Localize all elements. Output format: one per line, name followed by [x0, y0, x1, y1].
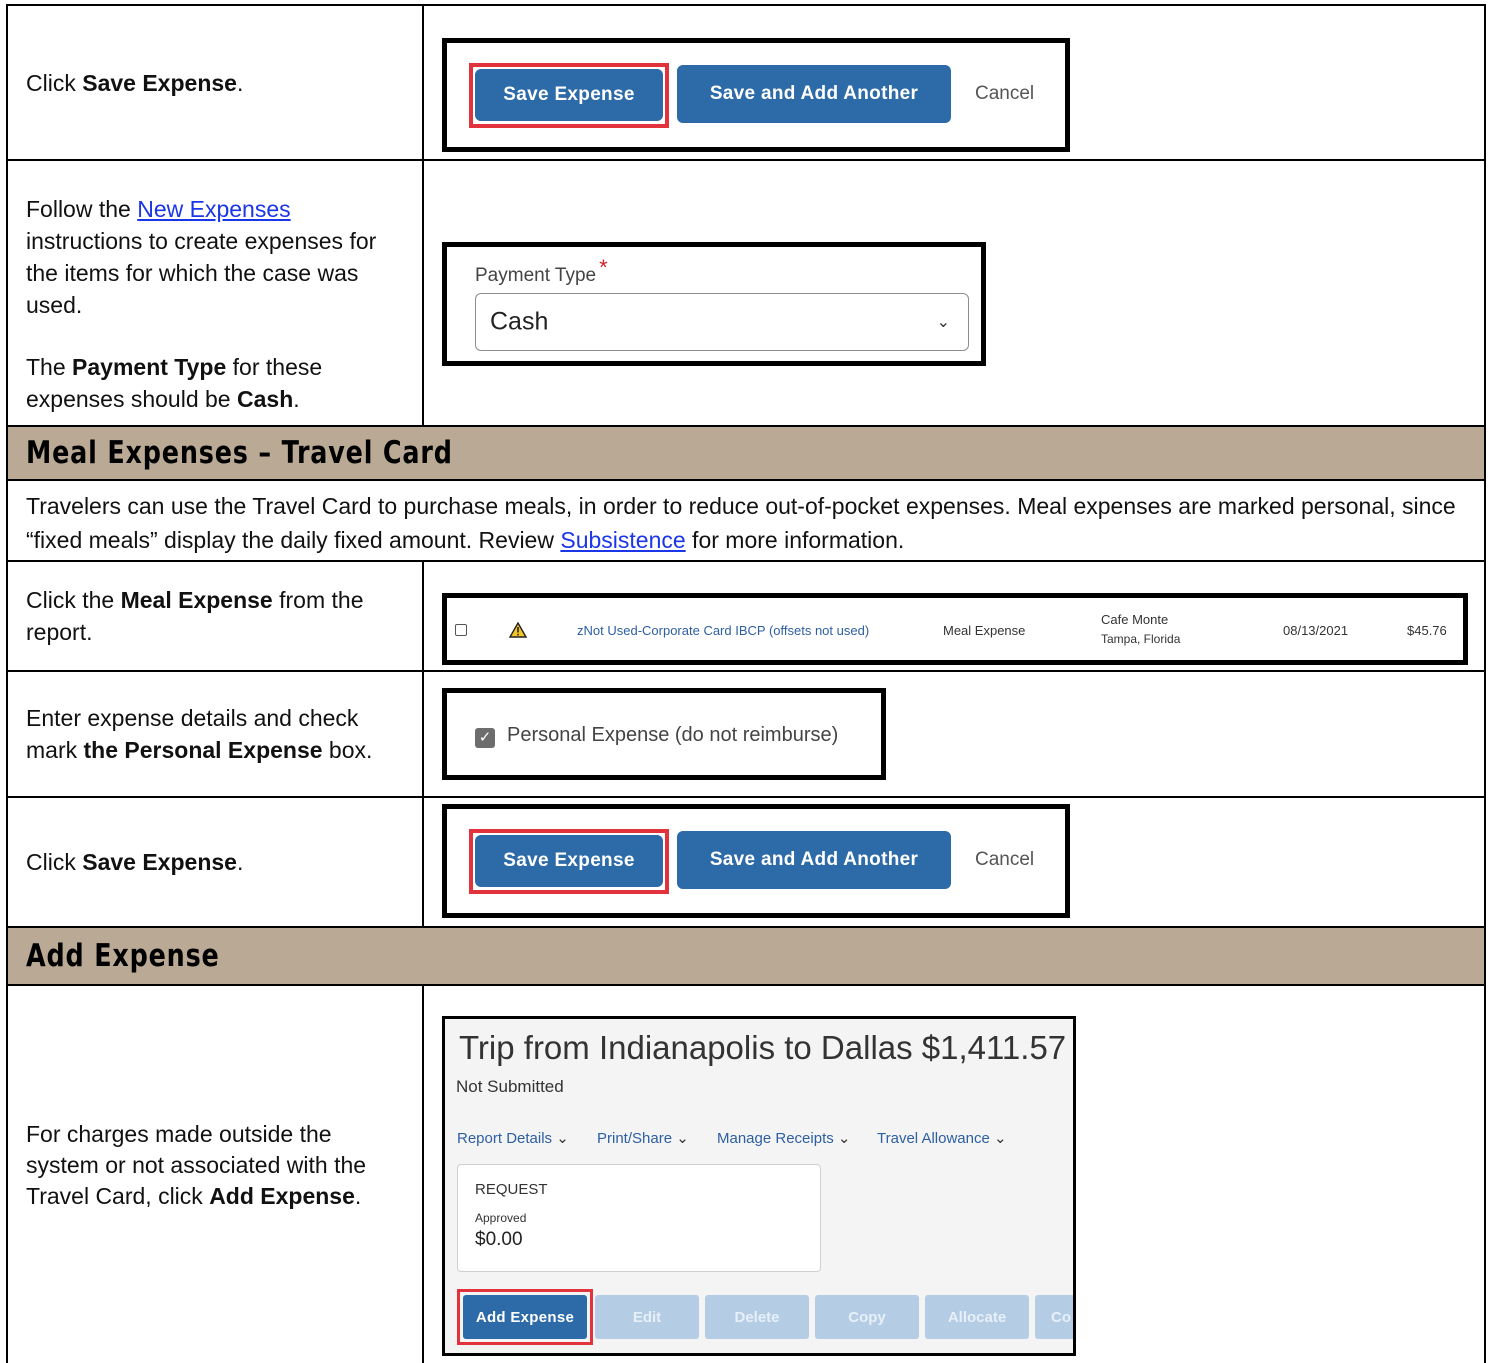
step-screenshot: Save Expense Save and Add Another Cancel [424, 6, 1484, 159]
chevron-down-icon: ⌄ [837, 1130, 851, 1147]
step-row-save-expense: Click Save Expense. Save Expense Save an… [8, 6, 1484, 161]
chevron-down-icon: ⌄ [994, 1130, 1007, 1147]
step-screenshot: Save Expense Save and Add Another Cancel [424, 798, 1484, 926]
step-instruction: Follow the New Expenses instructions to … [8, 161, 424, 425]
vendor-cell: Cafe Monte [1101, 612, 1169, 627]
new-expenses-link[interactable]: New Expenses [137, 196, 290, 222]
chevron-down-icon: ⌄ [936, 314, 950, 331]
amount-cell: $45.76 [1407, 623, 1447, 638]
menu-print-share[interactable]: Print/Share ⌄ [597, 1129, 689, 1147]
menu-report-details[interactable]: Report Details ⌄ [457, 1129, 569, 1147]
date-cell: 08/13/2021 [1283, 623, 1349, 638]
allocate-button[interactable]: Allocate [925, 1295, 1029, 1339]
section-header-add-expense: Add Expense [8, 928, 1484, 986]
step-row-add-expense: For charges made outside the system or n… [8, 986, 1484, 1363]
combine-button-partial[interactable]: Co [1035, 1295, 1073, 1339]
step-row-payment-type: Follow the New Expenses instructions to … [8, 161, 1484, 427]
instruction-text: Click Save Expense. [26, 849, 244, 875]
step-row-meal-expense: Click the Meal Expense from the report. … [8, 562, 1484, 672]
save-and-add-another-button[interactable]: Save and Add Another [677, 831, 951, 889]
section-header-meal-expenses: Meal Expenses – Travel Card [8, 427, 1484, 481]
instruction-text: Click the Meal Expense from the report. [26, 587, 364, 645]
instruction-table: Click Save Expense. Save Expense Save an… [6, 4, 1486, 1363]
chevron-down-icon: ⌄ [676, 1130, 689, 1147]
chevron-down-icon: ⌄ [556, 1130, 569, 1147]
instruction-text: Click Save Expense. [26, 69, 244, 96]
report-status: Not Submitted [456, 1077, 564, 1096]
instruction-note: The Payment Type for these expenses shou… [26, 354, 323, 412]
instruction-text: Follow the New Expenses instructions to … [26, 196, 377, 318]
cancel-button[interactable]: Cancel [975, 849, 1034, 871]
step-instruction: Click Save Expense. [8, 6, 424, 159]
button-bar-screenshot: Save Expense Save and Add Another Cancel [442, 804, 1070, 918]
expense-type-cell: Meal Expense [943, 623, 1026, 638]
intro-text: Travelers can use the Travel Card to pur… [26, 493, 1456, 553]
report-title: Trip from Indianapolis to Dallas $1,411.… [459, 1029, 1067, 1066]
personal-expense-screenshot: ✓ Personal Expense (do not reimburse) [442, 688, 886, 780]
request-card-status: Approved [475, 1211, 527, 1225]
step-row-personal-expense: Enter expense details and check mark the… [8, 672, 1484, 798]
payment-type-value: Cash [490, 307, 549, 336]
location-cell: Tampa, Florida [1101, 632, 1181, 646]
step-instruction: Click Save Expense. [8, 798, 424, 926]
expense-list-row-screenshot[interactable]: zNot Used-Corporate Card IBCP (offsets n… [442, 593, 1468, 665]
menu-travel-allowance[interactable]: Travel Allowance ⌄ [877, 1129, 1007, 1147]
payment-type-label: Payment Type * [475, 255, 608, 286]
section-intro: Travelers can use the Travel Card to pur… [8, 481, 1484, 562]
section-title: Add Expense [26, 938, 220, 974]
required-star: * [599, 255, 608, 280]
report-screenshot: Trip from Indianapolis to Dallas $1,411.… [442, 1016, 1076, 1356]
menu-manage-receipts[interactable]: Manage Receipts ⌄ [717, 1129, 850, 1147]
instruction-text: For charges made outside the system or n… [26, 1121, 367, 1209]
step-screenshot: Payment Type * Cash ⌄ [424, 161, 1484, 425]
edit-button[interactable]: Edit [595, 1295, 699, 1339]
request-card-amount: $0.00 [475, 1229, 523, 1250]
save-expense-button[interactable]: Save Expense [475, 835, 663, 887]
step-instruction: Enter expense details and check mark the… [8, 672, 424, 796]
save-and-add-another-button[interactable]: Save and Add Another [677, 65, 951, 123]
save-expense-button[interactable]: Save Expense [475, 69, 663, 121]
request-card[interactable]: REQUEST Approved $0.00 [457, 1164, 821, 1272]
copy-button[interactable]: Copy [815, 1295, 919, 1339]
request-card-title: REQUEST [475, 1181, 548, 1198]
payment-type-cell[interactable]: zNot Used-Corporate Card IBCP (offsets n… [577, 623, 869, 638]
instruction-text: Enter expense details and check mark the… [26, 705, 373, 763]
button-bar-screenshot: Save Expense Save and Add Another Cancel [442, 38, 1070, 152]
step-instruction: Click the Meal Expense from the report. [8, 562, 424, 670]
personal-expense-label: Personal Expense (do not reimburse) [507, 724, 839, 746]
step-instruction: For charges made outside the system or n… [8, 986, 424, 1363]
row-checkbox[interactable] [455, 624, 467, 636]
step-screenshot: ✓ Personal Expense (do not reimburse) [424, 672, 1484, 796]
step-row-save-expense-2: Click Save Expense. Save Expense Save an… [8, 798, 1484, 928]
step-screenshot: zNot Used-Corporate Card IBCP (offsets n… [424, 562, 1484, 670]
warning-icon [509, 622, 527, 638]
add-expense-button[interactable]: Add Expense [463, 1295, 587, 1339]
payment-type-screenshot: Payment Type * Cash ⌄ [442, 242, 986, 366]
personal-expense-checkbox[interactable]: ✓ [475, 728, 495, 748]
step-screenshot: Trip from Indianapolis to Dallas $1,411.… [424, 986, 1484, 1363]
payment-type-select[interactable]: Cash ⌄ [475, 293, 969, 351]
subsistence-link[interactable]: Subsistence [560, 527, 685, 553]
cancel-button[interactable]: Cancel [975, 83, 1034, 105]
delete-button[interactable]: Delete [705, 1295, 809, 1339]
section-title: Meal Expenses – Travel Card [26, 435, 453, 471]
